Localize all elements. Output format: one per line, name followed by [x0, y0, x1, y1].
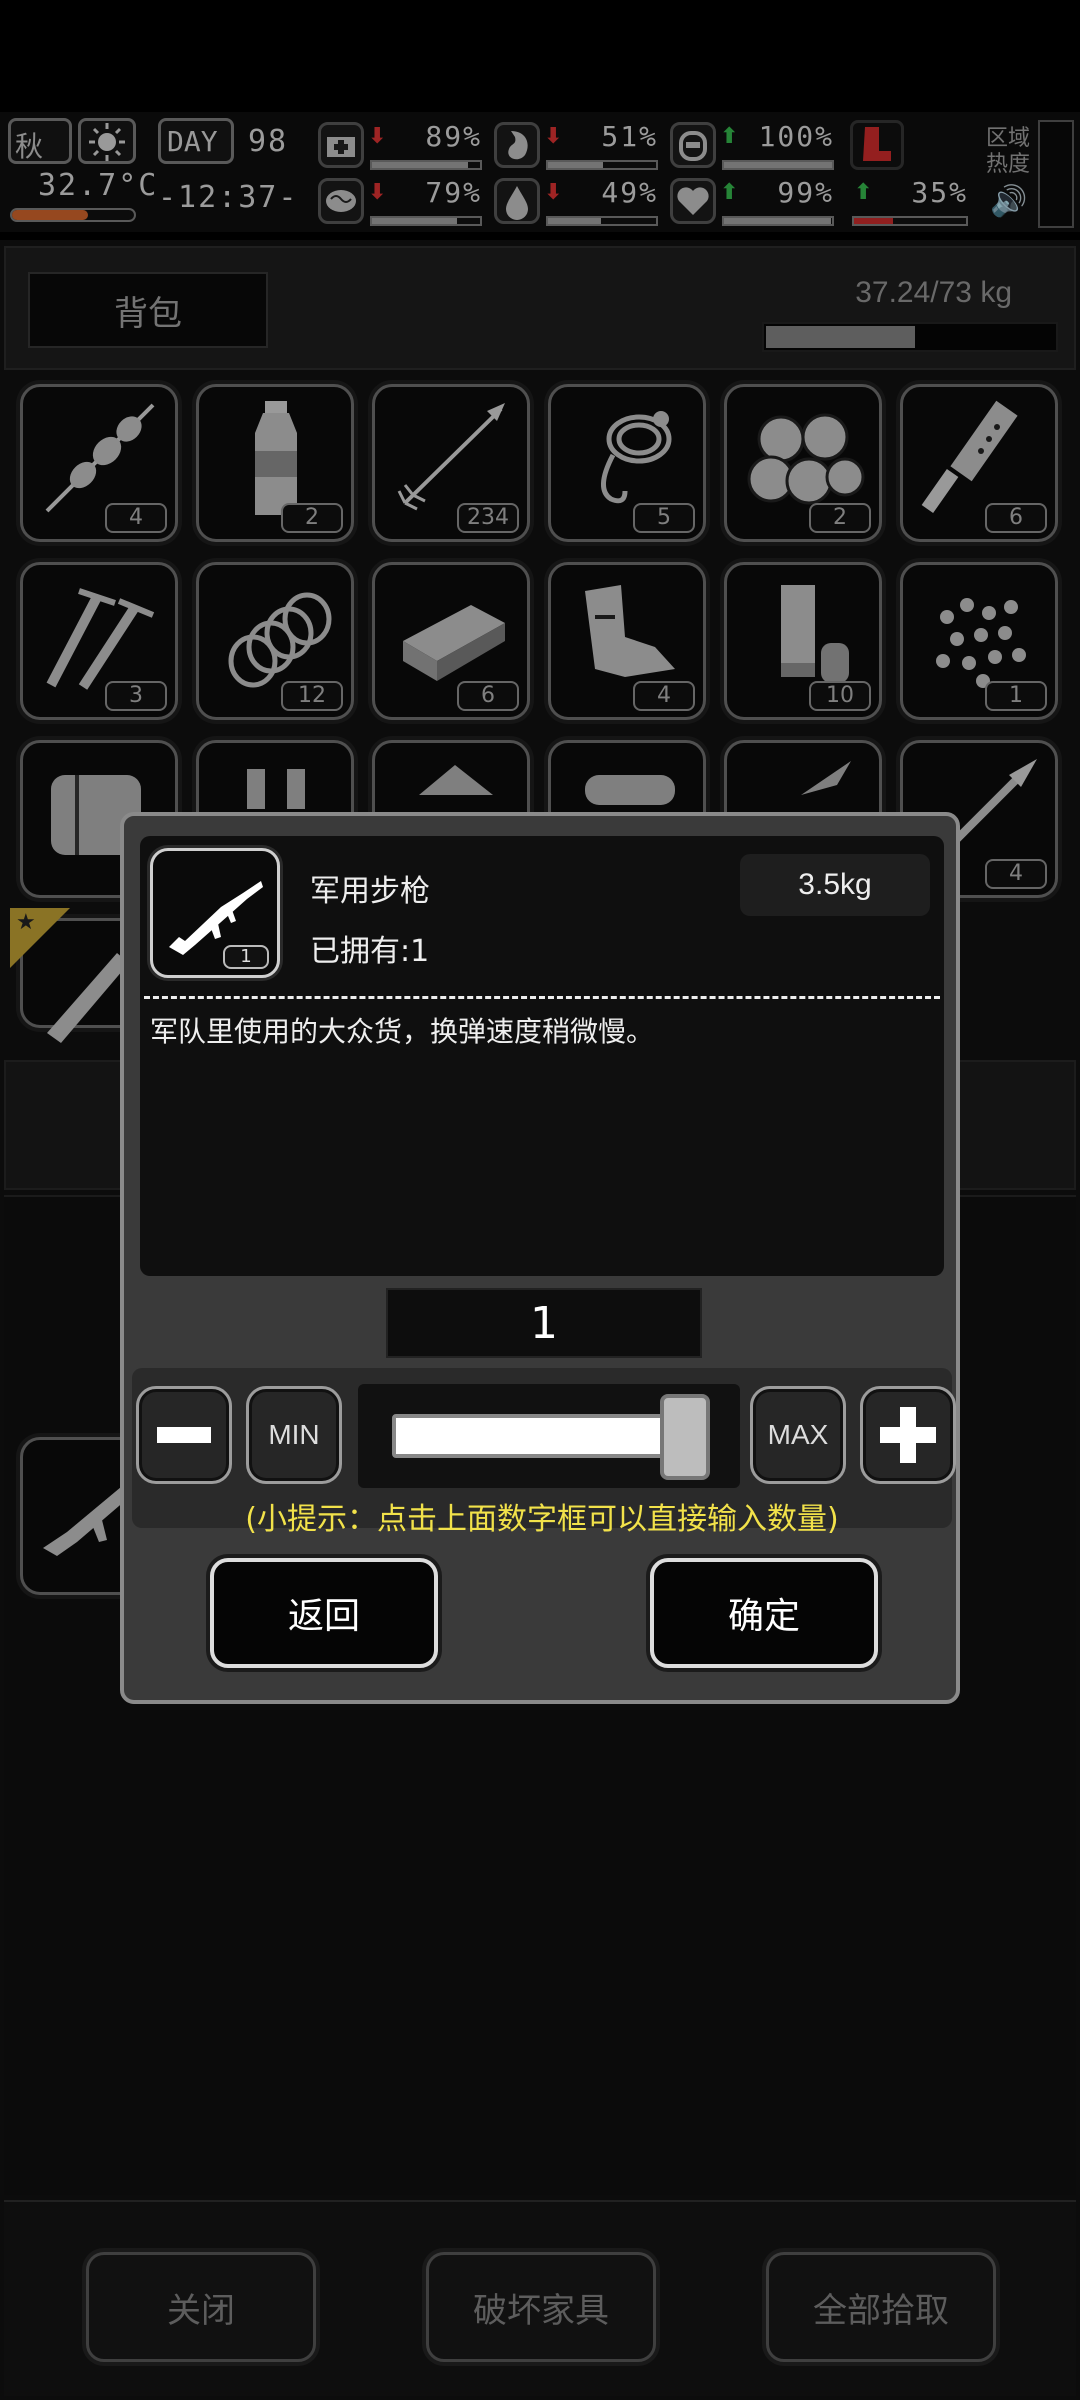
increment-button[interactable]: [860, 1386, 956, 1484]
item-detail-card: 1 军用步枪 已拥有:1 3.5kg 军队里使用的大众货，换弹速度稍微慢。: [140, 836, 944, 1276]
decrement-button[interactable]: [136, 1386, 232, 1484]
max-button[interactable]: MAX: [750, 1386, 846, 1484]
back-button[interactable]: 返回: [210, 1558, 438, 1668]
min-button[interactable]: MIN: [246, 1386, 342, 1484]
item-description: 军队里使用的大众货，换弹速度稍微慢。: [150, 1015, 655, 1048]
item-owned: 已拥有:1: [310, 934, 430, 969]
divider: [144, 996, 940, 999]
item-icon-frame: 1: [150, 848, 280, 978]
quantity-slider[interactable]: [358, 1384, 740, 1488]
item-name: 军用步枪: [310, 874, 430, 909]
item-count: 1: [223, 945, 269, 969]
item-weight: 3.5kg: [740, 854, 930, 916]
confirm-button[interactable]: 确定: [650, 1558, 878, 1668]
slider-track: [392, 1414, 692, 1458]
quantity-controls: MIN MAX (小提示：点击上面数字框可以直接输入数量): [132, 1368, 956, 1537]
quantity-dialog: 1 军用步枪 已拥有:1 3.5kg 军队里使用的大众货，换弹速度稍微慢。 1 …: [120, 812, 960, 1704]
plus-icon: [880, 1407, 936, 1463]
minus-icon: [157, 1427, 211, 1443]
rifle-icon: [169, 881, 263, 955]
hint-text: (小提示：点击上面数字框可以直接输入数量): [245, 1502, 839, 1537]
quantity-input[interactable]: 1: [386, 1288, 702, 1358]
slider-thumb[interactable]: [659, 1394, 710, 1480]
